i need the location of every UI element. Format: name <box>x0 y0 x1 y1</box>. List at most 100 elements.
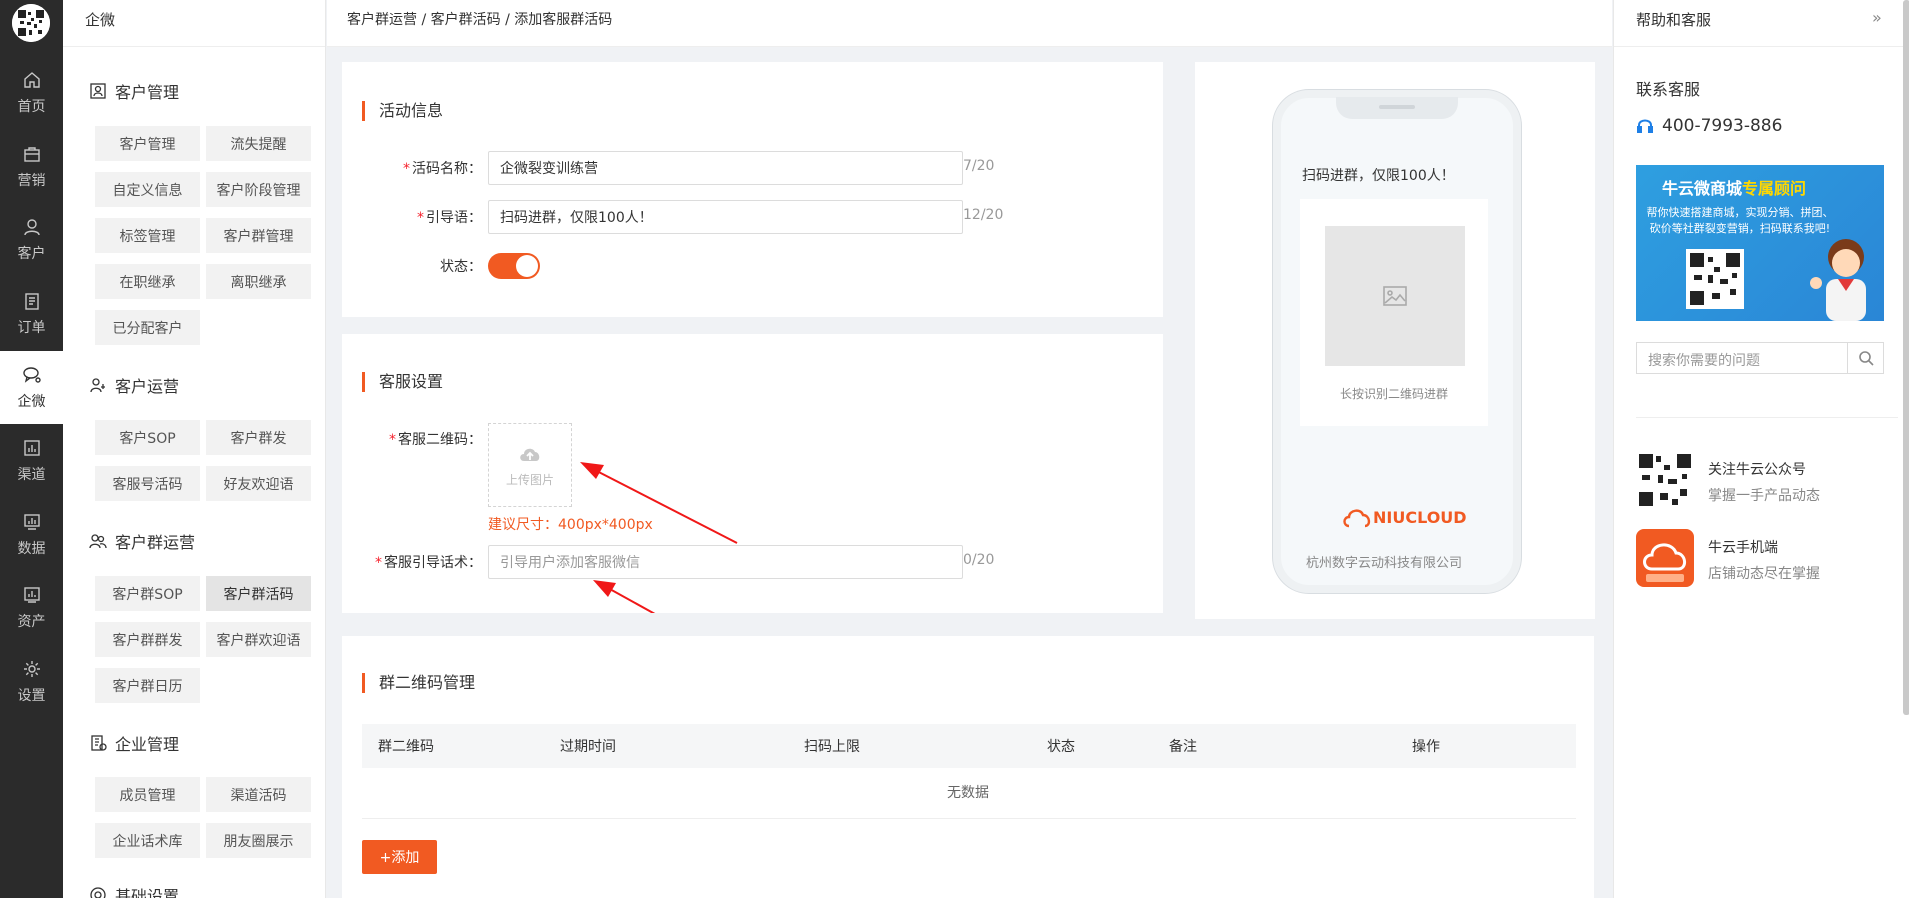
app-desc: 店铺动态尽在掌握 <box>1708 566 1820 582</box>
help-search-input[interactable]: 搜索你需要的问题 <box>1648 350 1760 370</box>
chat-icon <box>22 366 41 383</box>
name-char-count: 7/20 <box>963 158 995 174</box>
users-icon <box>89 534 107 549</box>
service-settings-card: 客服设置 * 客服二维码： 上传图片 建议尺寸：400px*400px * 客服引导… <box>342 334 1163 613</box>
gear-icon <box>23 660 40 677</box>
asset-chart-icon <box>23 586 40 603</box>
sidebar-item-assigned-customers[interactable]: 已分配客户 <box>95 310 200 345</box>
sidebar-item-group-management[interactable]: 客户群管理 <box>206 218 311 253</box>
rail-label: 首页 <box>17 98 46 115</box>
sub-sidebar: 企微 客户管理 客户管理 流失提醒 自定义信息 客户阶段管理 标签管理 客户群管… <box>63 0 326 898</box>
rail-label: 企微 <box>17 393 46 410</box>
sidebar-item-group-broadcast[interactable]: 客户群群发 <box>95 622 200 657</box>
rail-label: 客户 <box>17 245 46 262</box>
collapse-icon[interactable]: » <box>1872 8 1882 27</box>
group-title-customer-operation: 客户运营 <box>89 373 179 397</box>
sidebar-item-stage-management[interactable]: 客户阶段管理 <box>206 172 311 207</box>
rail-item-asset[interactable]: 资产 <box>0 571 63 644</box>
table-empty-text: 无数据 <box>947 785 989 801</box>
preview-qr-placeholder <box>1325 226 1465 366</box>
group-title-customer-management: 客户管理 <box>89 79 179 103</box>
scrollbar[interactable] <box>1903 0 1909 715</box>
banner-title: 牛云微商城专属顾问 <box>1661 179 1807 198</box>
preview-qr-caption: 长按识别二维码进群 <box>1339 387 1448 401</box>
help-search: 搜索你需要的问题 <box>1636 342 1884 374</box>
contact-card-icon <box>90 83 106 99</box>
sidebar-item-customer-management[interactable]: 客户管理 <box>95 126 200 161</box>
rail-label: 营销 <box>17 172 46 189</box>
help-title: 帮助和客服 <box>1636 11 1712 29</box>
headset-icon <box>1637 119 1653 133</box>
group-title-group-operation: 客户群运营 <box>89 529 195 553</box>
sidebar-item-friend-welcome[interactable]: 好友欢迎语 <box>206 466 311 501</box>
add-group-qr-button[interactable]: +添加 <box>362 840 437 874</box>
divider <box>362 818 1576 819</box>
niucloud-logo: NIUCLOUD <box>1343 506 1467 528</box>
logo[interactable] <box>12 4 50 42</box>
group-title-enterprise-management: 企业管理 <box>89 731 179 755</box>
group-title-basic-settings: 基础设置 <box>89 883 179 898</box>
mobile-app-icon <box>1636 529 1694 587</box>
field-label-name: * 活码名称： <box>403 161 482 177</box>
sidebar-item-churn-alert[interactable]: 流失提醒 <box>206 126 311 161</box>
preview-qr-box: 长按识别二维码进群 <box>1300 199 1488 426</box>
help-panel: 帮助和客服 » 联系客服 400-7993-886 牛云微商城专属顾问 帮你快速… <box>1613 0 1909 898</box>
sidebar-item-group-live-code[interactable]: 客户群活码 <box>206 576 311 611</box>
guide-text-input[interactable]: 扫码进群，仅限100人！ <box>488 200 963 234</box>
app-title: 牛云手机端 <box>1708 540 1778 556</box>
sidebar-item-resigned-transfer[interactable]: 离职继承 <box>206 264 311 299</box>
sidebar-item-channel-live-code[interactable]: 渠道活码 <box>206 777 311 812</box>
sidebar-item-member-management[interactable]: 成员管理 <box>95 777 200 812</box>
status-toggle[interactable] <box>488 253 540 279</box>
rail-item-customer[interactable]: 客户 <box>0 203 63 276</box>
field-label-guide: * 引导语： <box>417 210 482 226</box>
phone-notch <box>1336 97 1458 119</box>
live-code-name-input[interactable]: 企微裂变训练营 <box>488 151 963 185</box>
toggle-knob <box>516 255 538 277</box>
group-qr-card: 群二维码管理 群二维码 过期时间 扫码上限 状态 备注 操作 无数据 +添加 <box>342 636 1594 898</box>
cloud-logo-icon <box>1343 509 1371 528</box>
sidebar-item-tag-management[interactable]: 标签管理 <box>95 218 200 253</box>
qr-code-icon <box>1636 451 1694 509</box>
rail-item-data[interactable]: 数据 <box>0 498 63 571</box>
field-label-status: 状态： <box>440 259 482 275</box>
column-header: 操作 <box>1412 739 1440 755</box>
consultant-banner[interactable]: 牛云微商城专属顾问 帮你快速搭建商城，实现分销、拼团、砍价等社群裂变营销，扫码联… <box>1636 165 1884 321</box>
sidebar-item-active-transfer[interactable]: 在职继承 <box>95 264 200 299</box>
search-icon[interactable] <box>1847 343 1883 373</box>
home-icon <box>23 71 40 88</box>
follow-official-account[interactable]: 关注牛云公众号 掌握一手产品动态 <box>1636 451 1898 509</box>
sidebar-item-moments-display[interactable]: 朋友圈展示 <box>206 823 311 858</box>
rail-label: 渠道 <box>17 466 46 483</box>
rail-item-channel[interactable]: 渠道 <box>0 424 63 497</box>
user-add-icon <box>90 378 105 393</box>
sidebar-item-customer-broadcast[interactable]: 客户群发 <box>206 420 311 455</box>
sidebar-item-service-live-code[interactable]: 客服号活码 <box>95 466 200 501</box>
user-icon <box>23 218 40 235</box>
sidebar-item-group-sop[interactable]: 客户群SOP <box>95 576 200 611</box>
rail-item-wecom[interactable]: 企微 <box>0 351 63 424</box>
rail-label: 订单 <box>17 319 46 336</box>
follow-desc: 掌握一手产品动态 <box>1708 488 1820 504</box>
rail-item-settings[interactable]: 设置 <box>0 645 63 718</box>
mobile-app-entry[interactable]: 牛云手机端 店铺动态尽在掌握 <box>1636 529 1898 587</box>
rail-item-marketing[interactable]: 营销 <box>0 130 63 203</box>
bag-icon <box>23 146 40 162</box>
monitor-chart-icon <box>23 513 40 530</box>
breadcrumb: 客户群运营 / 客户群活码 / 添加客服群活码 <box>347 12 613 28</box>
divider <box>63 46 325 47</box>
rail-label: 资产 <box>17 613 46 630</box>
enterprise-icon <box>91 735 107 751</box>
rail-item-order[interactable]: 订单 <box>0 277 63 350</box>
image-icon <box>1383 286 1407 306</box>
section-title-group-qr: 群二维码管理 <box>362 673 475 693</box>
sidebar-item-custom-info[interactable]: 自定义信息 <box>95 172 200 207</box>
rail-item-home[interactable]: 首页 <box>0 56 63 129</box>
topbar: 客户群运营 / 客户群活码 / 添加客服群活码 <box>327 0 1612 47</box>
sidebar-item-customer-sop[interactable]: 客户SOP <box>95 420 200 455</box>
sidebar-item-script-library[interactable]: 企业话术库 <box>95 823 200 858</box>
hotline: 400-7993-886 <box>1636 116 1782 136</box>
sidebar-item-group-welcome[interactable]: 客户群欢迎语 <box>206 622 311 657</box>
annotation-arrows <box>580 462 738 613</box>
sidebar-item-group-calendar[interactable]: 客户群日历 <box>95 668 200 703</box>
